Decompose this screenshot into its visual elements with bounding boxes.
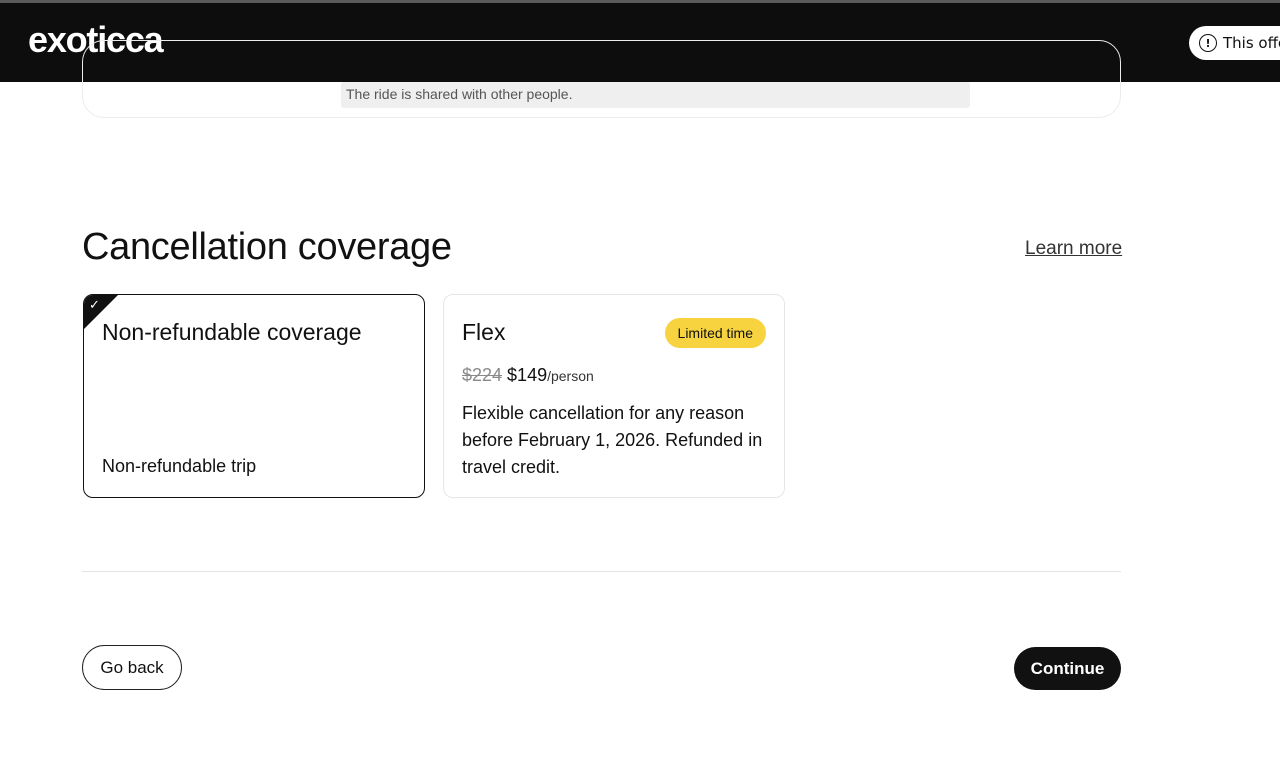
continue-button[interactable]: Continue	[1014, 647, 1121, 690]
offer-status-text: This offer	[1223, 34, 1280, 52]
option-title: Non-refundable coverage	[102, 319, 362, 345]
checkmark-icon: ✓	[89, 298, 100, 313]
limited-time-badge: Limited time	[664, 318, 766, 348]
option-description: Flexible cancellation for any reason bef…	[462, 403, 763, 477]
price-unit: /person	[547, 368, 594, 384]
learn-more-link[interactable]: Learn more	[1025, 238, 1122, 260]
original-price: $224	[462, 365, 503, 385]
option-footer: Non-refundable trip	[102, 456, 257, 476]
shared-ride-note: The ride is shared with other people.	[341, 82, 970, 108]
offer-status-pill[interactable]: ! This offer	[1189, 26, 1280, 60]
info-icon: !	[1199, 34, 1217, 52]
discounted-price: $149	[507, 365, 548, 385]
section-divider	[82, 571, 1121, 572]
option-title: Flex	[462, 319, 506, 345]
section-title: Cancellation coverage	[82, 226, 452, 268]
option-card-flex[interactable]: Flex Limited time $224 $149/person Flexib…	[443, 294, 785, 498]
go-back-button[interactable]: Go back	[82, 645, 182, 690]
option-card-non-refundable[interactable]: ✓ Non-refundable coverage Non-refundable…	[83, 294, 425, 498]
price-row: $224 $149/person	[462, 365, 594, 386]
